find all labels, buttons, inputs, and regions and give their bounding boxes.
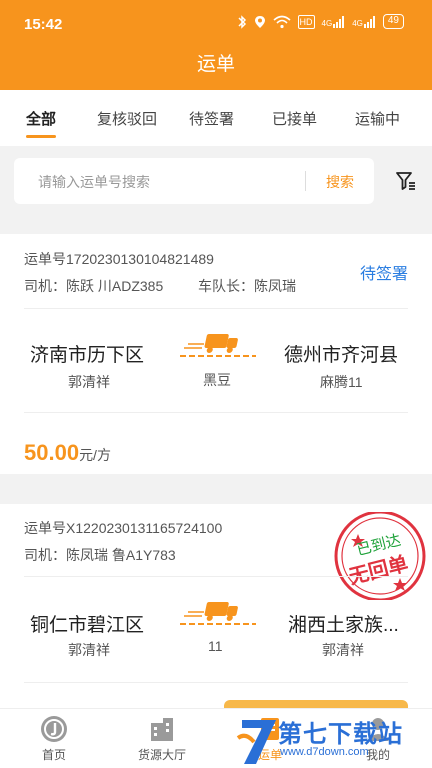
divider (24, 412, 408, 413)
nav-home-label: 首页 (41, 748, 66, 762)
price: 50.00元/方 (24, 440, 111, 466)
nav-cargo-hall-label: 货源大厅 (137, 748, 186, 762)
signal-4g-icon: 4G (322, 15, 346, 28)
watermark: 第七下载站 www.d7down.com (236, 712, 432, 768)
origin-city: 铜仁市碧江区 (30, 615, 145, 636)
tab-accepted[interactable]: 已接单 (272, 108, 317, 129)
tab-all[interactable]: 全部 (26, 108, 56, 129)
bluetooth-icon (238, 14, 246, 29)
divider (24, 308, 408, 309)
status-badge: 待签署 (359, 266, 408, 283)
divider (24, 576, 408, 577)
search-box: 请输入运单号搜索 搜索 (14, 158, 374, 204)
status-bar: 15:42 HD 4G 4G 49 (0, 0, 432, 48)
truck-icon (180, 334, 256, 357)
status-time: 15:42 (24, 16, 63, 33)
truck-icon (180, 602, 256, 625)
price-value: 50.00 (24, 440, 80, 465)
search-button[interactable]: 搜索 (326, 172, 354, 192)
destination-city: 德州市齐河县 (284, 345, 399, 366)
search-row: 请输入运单号搜索 搜索 (0, 146, 432, 222)
battery-icon: 49 (382, 14, 404, 29)
page-title: 运单 (0, 48, 432, 90)
cargo-name: 黑豆 (203, 372, 231, 388)
destination-city: 湘西土家族... (288, 615, 399, 636)
tab-bar: 全部 复核驳回 待签署 已接单 运输中 (0, 90, 432, 146)
hd-icon: HD (297, 14, 315, 29)
tab-to-sign[interactable]: 待签署 (189, 108, 234, 129)
filter-icon[interactable] (395, 170, 417, 192)
order-number: 运单号X1220230131165724100 (24, 520, 223, 536)
order-number: 运单号1720230130104821489 (24, 251, 214, 267)
order-card[interactable]: 运单号1720230130104821489 司机：陈跃 川ADZ385 车队长… (0, 234, 432, 474)
driver-info: 司机：陈跃 川ADZ385 (24, 278, 164, 294)
origin-contact: 郭清祥 (68, 642, 110, 658)
driver-info: 司机：陈凤瑞 鲁A1Y783 (24, 547, 176, 563)
origin-contact: 郭清祥 (68, 374, 110, 390)
search-input[interactable]: 请输入运单号搜索 (38, 172, 150, 192)
origin-city: 济南市历下区 (30, 345, 145, 366)
destination-contact: 麻腾11 (320, 374, 363, 390)
signal-bars-icon (333, 15, 345, 28)
destination-contact: 郭清祥 (322, 642, 364, 658)
building-icon (151, 718, 173, 741)
tab-in-transit[interactable]: 运输中 (355, 108, 400, 129)
action-button[interactable] (224, 700, 408, 708)
search-divider (305, 171, 306, 191)
tab-review-rejected[interactable]: 复核驳回 (97, 108, 157, 129)
watermark-url: www.d7down.com (280, 746, 369, 758)
signal-bars-icon (363, 15, 375, 28)
wifi-icon (273, 15, 291, 28)
divider (24, 682, 408, 683)
watermark-title: 第七下载站 (278, 721, 403, 748)
home-icon (41, 716, 67, 742)
signal-4g-icon-2: 4G (352, 15, 376, 28)
arrived-stamp: 已到达 无回单 (328, 512, 432, 600)
nav-cargo-hall[interactable]: 货源大厅 (122, 715, 202, 763)
price-unit: 元/方 (79, 447, 111, 463)
nav-home[interactable]: 首页 (14, 715, 94, 763)
order-card[interactable]: 运单号X1220230131165724100 司机：陈凤瑞 鲁A1Y783 已… (0, 504, 432, 708)
captain-info: 车队长：陈凤瑞 (198, 278, 296, 294)
tab-active-indicator (26, 135, 56, 138)
status-icons: HD 4G 4G 49 (237, 14, 404, 29)
watermark-logo (236, 720, 276, 764)
location-icon (254, 15, 265, 28)
cargo-name: 11 (208, 638, 223, 654)
